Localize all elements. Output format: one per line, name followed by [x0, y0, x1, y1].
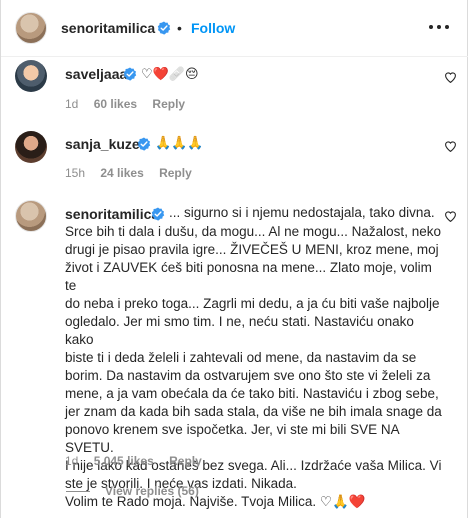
more-options-icon[interactable] [428, 19, 450, 35]
comment-likes[interactable]: 24 likes [100, 166, 143, 180]
comment-text-line: do neba i preko toga... Zagrli mi dedu, … [65, 296, 440, 311]
avatar[interactable] [15, 200, 47, 232]
comment-username[interactable]: senoritamilica [65, 206, 159, 222]
comment-username[interactable]: saveljaaa [65, 66, 127, 82]
follow-button[interactable]: Follow [191, 20, 235, 36]
comment-age[interactable]: 15h [65, 166, 85, 180]
comment-meta: 1d 60 likes Reply [65, 97, 197, 111]
avatar[interactable] [15, 60, 47, 92]
comment-age[interactable]: 1d [65, 97, 78, 111]
replies-divider [66, 491, 90, 492]
verified-badge-icon [157, 21, 171, 35]
comment-likes[interactable]: 60 likes [94, 97, 137, 111]
view-replies-button[interactable]: View replies (56) [105, 484, 199, 498]
comment-likes[interactable]: 5,045 likes [94, 454, 154, 468]
verified-badge-icon [137, 137, 151, 151]
avatar[interactable] [15, 131, 47, 163]
verified-badge-icon [151, 207, 165, 221]
comment-text-line: drugi je pisao pravila igre... ŽIVEČEŠ U… [65, 242, 439, 257]
reply-button[interactable]: Reply [152, 97, 185, 111]
avatar[interactable] [15, 12, 47, 44]
post-header: senoritamilica • Follow [1, 0, 468, 57]
heart-outline-icon[interactable] [444, 210, 457, 223]
comment-age[interactable]: 1d [65, 454, 78, 468]
reply-button[interactable]: Reply [159, 166, 192, 180]
heart-outline-icon[interactable] [444, 71, 457, 84]
verified-badge-icon [123, 67, 137, 81]
comment-text-line: ponovo krenem sve ispočetka. Jer, vi ste… [65, 422, 403, 455]
comment-meta: 1d 5,045 likes Reply [65, 454, 214, 468]
header-username[interactable]: senoritamilica [61, 20, 155, 36]
comment-text-line: biste ti i deda želeli i zahtevali od me… [65, 350, 417, 365]
header-separator: • [177, 20, 182, 36]
reply-button[interactable]: Reply [169, 454, 202, 468]
comment-text: ♡❤️🩹😔 [141, 67, 199, 82]
comment-text-line: ogledalo. Jer mi smo tim. I ne, neću sta… [65, 314, 418, 347]
comment-text-line: život i ZAUVEK ćeš biti ponosna na mene.… [65, 260, 436, 293]
comment-meta: 15h 24 likes Reply [65, 166, 204, 180]
comment-text-line: jer znam da kada bih sada stala, da više… [65, 404, 442, 419]
comments-panel: senoritamilica • Follow saveljaaa ♡❤️🩹😔 … [0, 0, 468, 518]
comment-username[interactable]: sanja_kuzet [65, 136, 144, 152]
comment-text: 🙏🙏🙏 [155, 136, 204, 151]
comment-text-line: borim. Da nastavim da ostvarujem sve ono… [65, 368, 431, 383]
comment-text-line: Srce bih ti dala i dušu, da mogu... Al n… [65, 224, 441, 239]
comment-text-first-line: ... sigurno si i njemu nedostajala, tako… [169, 205, 435, 220]
heart-outline-icon[interactable] [444, 140, 457, 153]
comment-text-line: mene, a ja vam obećala da će tako biti. … [65, 386, 439, 401]
